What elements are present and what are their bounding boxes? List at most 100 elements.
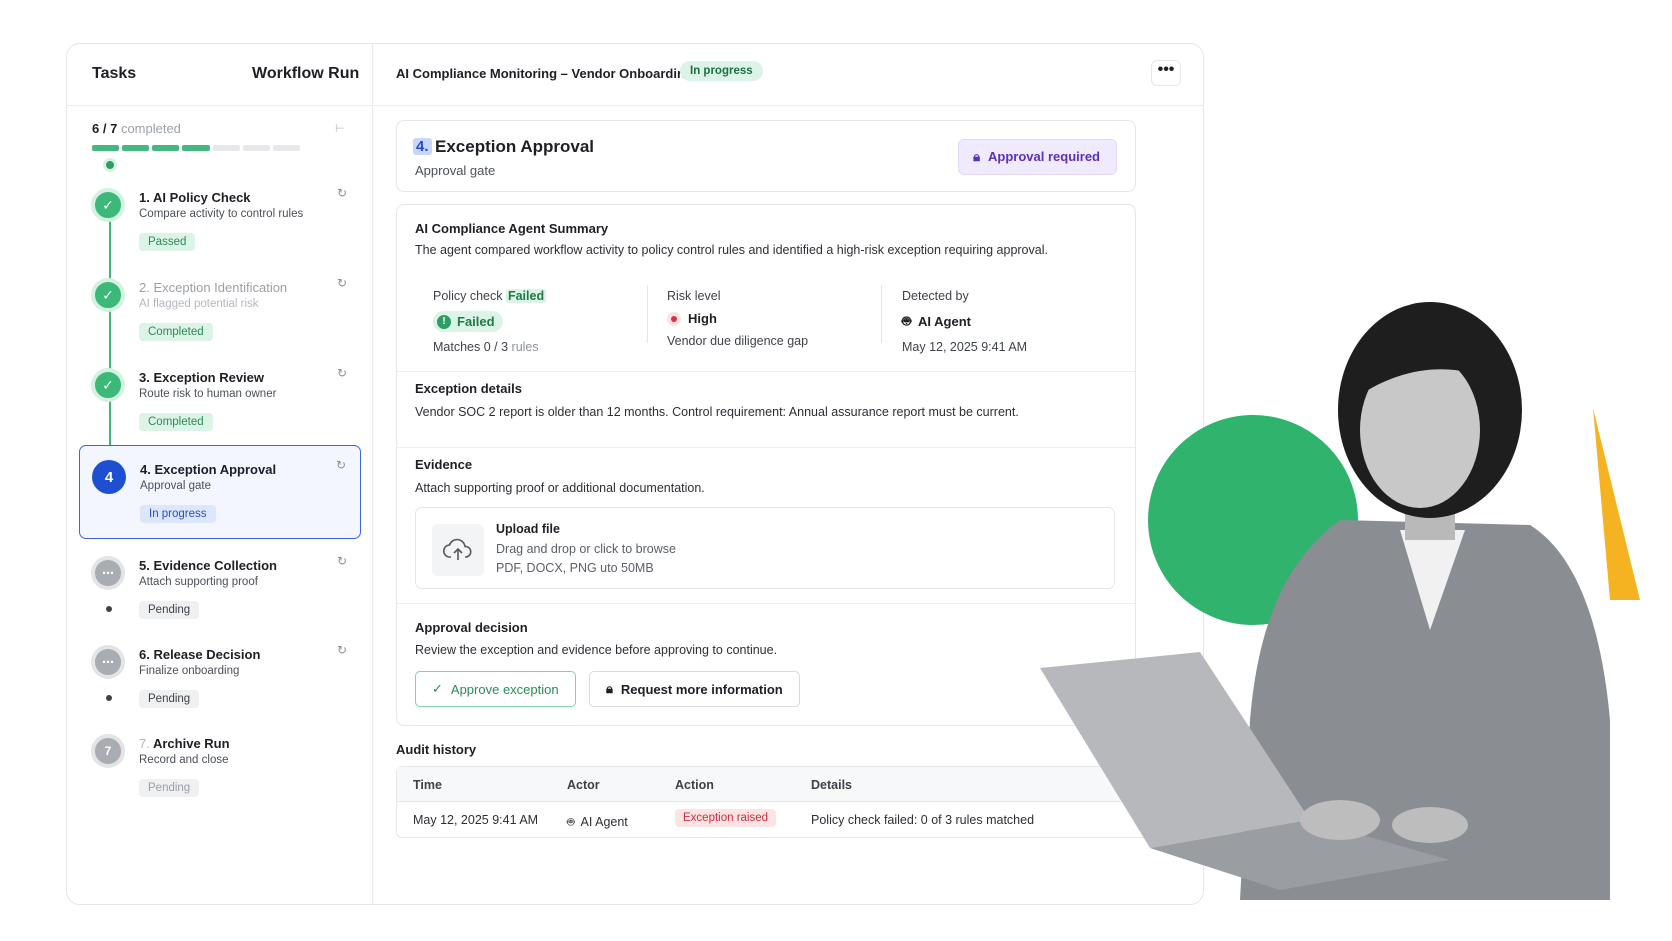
progress-suffix: completed — [120, 121, 181, 136]
refresh-icon[interactable]: ↻ — [336, 458, 346, 472]
step-title: 5. Evidence Collection — [139, 558, 277, 573]
sidebar-header: Tasks Workflow Run — [67, 44, 372, 106]
policy-check-value: ! Failed — [433, 311, 658, 332]
more-options-button[interactable]: ••• — [1151, 60, 1181, 86]
risk-level-value: High — [667, 311, 892, 326]
step-ai-policy-check[interactable]: ✓ 1. AI Policy Check Compare activity to… — [79, 174, 361, 266]
progress-total: 7 — [110, 121, 118, 136]
upload-title: Upload file — [496, 522, 560, 536]
pending-step-icon: ⋯ — [91, 645, 125, 679]
summary-title: AI Compliance Agent Summary — [415, 221, 609, 236]
step-title: 6. Release Decision — [139, 647, 261, 662]
step-title: 2. Exception Identification — [139, 280, 288, 295]
progress-segment — [272, 145, 300, 151]
status-badge: Pending — [139, 779, 200, 797]
exception-details-title: Exception details — [415, 381, 522, 396]
progress-segment — [182, 145, 210, 151]
approval-required-button[interactable]: 🔒︎ Approval required — [958, 139, 1117, 175]
column-divider — [647, 285, 648, 343]
tab-tasks[interactable]: Tasks — [92, 65, 136, 83]
step-subtitle: Compare activity to control rules — [139, 208, 304, 220]
progress-bar — [92, 145, 300, 151]
progress-segment — [242, 145, 270, 151]
status-badge: Pending — [139, 690, 200, 708]
robot-icon: 🤖︎ — [902, 313, 912, 330]
evidence-title: Evidence — [415, 457, 473, 472]
evidence-text: Attach supporting proof or additional do… — [415, 481, 705, 495]
step-subtitle: Route risk to human owner — [139, 388, 277, 400]
progress-segment — [122, 145, 150, 151]
exception-approval-card: 4. Exception Approval Approval gate 🔒︎ Ap… — [396, 120, 1136, 192]
step-number-badge: 7 — [91, 734, 125, 768]
step-exception-review[interactable]: ✓ 3. Exception Review Route risk to huma… — [79, 354, 361, 446]
upload-file-types: PDF, DOCX, PNG uto 50MB — [496, 561, 654, 575]
step-evidence-collection[interactable]: ⋯ 5. Evidence Collection Attach supporti… — [79, 542, 361, 634]
audit-row-actor: 🤖︎ AI Agent — [567, 815, 628, 829]
column-header-time: Time — [413, 778, 442, 792]
status-badge: In progress — [140, 505, 216, 523]
audit-history-title: Audit history — [396, 742, 477, 757]
step-archive-run[interactable]: 7 7. Archive Run Record and close Pendin… — [79, 720, 361, 812]
task-sidebar: Tasks Workflow Run 6 / 7 completed ⊢ ✓ 1… — [67, 44, 373, 904]
step-number-badge: 4 — [92, 460, 126, 494]
refresh-icon[interactable]: ↻ — [337, 366, 347, 380]
step-exception-approval[interactable]: 4 4. Exception Approval Approval gate In… — [79, 445, 361, 539]
step-title: 3. Exception Review — [139, 370, 265, 385]
step-subtitle: Attach supporting proof — [139, 576, 258, 588]
column-header-details: Details — [811, 778, 852, 792]
collapse-icon[interactable]: ⊢ — [335, 122, 345, 135]
refresh-icon[interactable]: ↻ — [337, 554, 347, 568]
risk-level-note: Vendor due diligence gap — [667, 334, 809, 348]
status-badge: Passed — [139, 233, 196, 251]
risk-level-label: Risk level — [667, 289, 721, 303]
step-title: 7. Archive Run — [139, 736, 230, 751]
status-badge: Completed — [139, 323, 213, 341]
audit-row-action: Exception raised — [675, 809, 777, 827]
step-title: 1. AI Policy Check — [139, 190, 251, 205]
request-more-info-button[interactable]: 🔒︎ Request more information — [589, 671, 800, 707]
refresh-icon[interactable]: ↻ — [337, 276, 347, 290]
timeline-dot — [106, 695, 112, 701]
check-icon: ✓ — [91, 188, 125, 222]
step-release-decision[interactable]: ⋯ 6. Release Decision Finalize onboardin… — [79, 631, 361, 723]
lock-icon: 🔒︎ — [606, 681, 613, 696]
card-subtitle: Approval gate — [415, 163, 496, 178]
policy-check-note: Matches 0 / 3 rules — [433, 340, 539, 354]
progress-segment — [92, 145, 120, 151]
risk-level-column: Risk level High Vendor due diligence gap — [667, 289, 892, 349]
status-badge: Completed — [139, 413, 213, 431]
policy-check-column: Policy check Failed ! Failed Matches 0 / … — [433, 289, 658, 354]
audit-row-time: May 12, 2025 9:41 AM — [413, 813, 539, 827]
column-header-action: Action — [675, 778, 714, 792]
person-with-laptop-illustration — [1040, 302, 1640, 900]
approve-exception-button[interactable]: ✓ Approve exception — [415, 671, 576, 707]
audit-row-details: Policy check failed: 0 of 3 rules matche… — [811, 813, 1035, 827]
step-exception-identification[interactable]: ✓ 2. Exception Identification AI flagged… — [79, 264, 361, 356]
robot-icon: 🤖︎ — [567, 815, 575, 829]
card-title: Exception Approval — [435, 137, 595, 156]
approval-decision-title: Approval decision — [415, 620, 528, 635]
lock-icon: 🔒︎ — [973, 149, 981, 164]
page-title: AI Compliance Monitoring – Vendor Onboar… — [396, 66, 693, 81]
approval-decision-text: Review the exception and evidence before… — [415, 643, 778, 657]
upload-hint: Drag and drop or click to browse — [496, 542, 676, 556]
policy-check-label: Policy check Failed — [433, 289, 547, 303]
check-icon: ✓ — [91, 368, 125, 402]
check-icon: ✓ — [432, 681, 443, 696]
column-header-actor: Actor — [567, 778, 600, 792]
step-subtitle: Finalize onboarding — [139, 665, 240, 677]
check-icon: ✓ — [91, 278, 125, 312]
progress-segment — [152, 145, 180, 151]
summary-text: The agent compared workflow activity to … — [415, 243, 1048, 257]
step-subtitle: AI flagged potential risk — [139, 298, 259, 310]
refresh-icon[interactable]: ↻ — [337, 186, 347, 200]
risk-dot-icon — [667, 311, 681, 326]
refresh-icon[interactable]: ↻ — [337, 643, 347, 657]
column-divider — [881, 285, 882, 343]
status-badge: Pending — [139, 601, 200, 619]
tab-workflow-run[interactable]: Workflow Run — [252, 65, 359, 83]
timeline-start-dot — [103, 158, 117, 172]
step-subtitle: Record and close — [139, 754, 229, 766]
cloud-upload-icon — [432, 524, 484, 576]
step-subtitle: Approval gate — [140, 480, 211, 492]
